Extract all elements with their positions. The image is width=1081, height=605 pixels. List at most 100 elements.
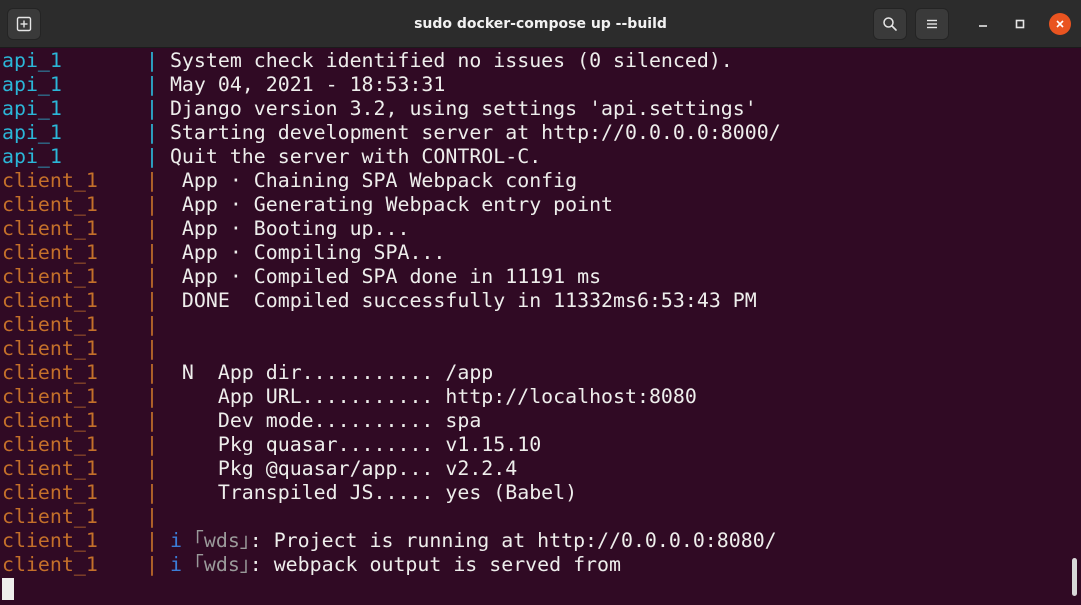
title-bar: sudo docker-compose up --build	[0, 0, 1081, 48]
terminal-line: client_1 | App · Booting up...	[2, 217, 781, 241]
log-separator: |	[146, 529, 170, 552]
prompt-line	[2, 577, 781, 601]
maximize-button[interactable]	[1009, 13, 1031, 35]
service-name: client_1	[2, 553, 98, 576]
terminal-line: client_1 | Dev mode.......... spa	[2, 409, 781, 433]
log-separator: |	[146, 553, 170, 576]
log-message: App · Generating Webpack entry point	[169, 193, 614, 216]
terminal-line: api_1 | Starting development server at ht…	[2, 121, 781, 145]
minimize-icon	[979, 25, 987, 27]
log-message: Transpiled JS..... yes (Babel)	[169, 481, 578, 504]
log-message: App · Compiled SPA done in 11191 ms	[169, 265, 602, 288]
log-separator: |	[146, 97, 170, 120]
log-separator: |	[146, 217, 170, 240]
service-name: client_1	[2, 481, 98, 504]
close-button[interactable]	[1049, 13, 1071, 35]
log-message: Starting development server at http://0.…	[169, 121, 781, 144]
terminal-line: client_1 | Pkg @quasar/app... v2.2.4	[2, 457, 781, 481]
service-name: client_1	[2, 169, 98, 192]
log-message: App · Chaining SPA Webpack config	[169, 169, 578, 192]
terminal-line: api_1 | System check identified no issues…	[2, 49, 781, 73]
log-separator: |	[146, 385, 170, 408]
log-message: Dev mode.......... spa	[169, 409, 482, 432]
text-cursor	[2, 578, 14, 600]
terminal-line: client_1 | i ｢wds｣: webpack output is ser…	[2, 553, 781, 577]
log-message: Quit the server with CONTROL-C.	[169, 145, 542, 168]
log-message: Pkg @quasar/app... v2.2.4	[169, 457, 518, 480]
search-icon	[883, 17, 897, 31]
log-separator: |	[146, 361, 170, 384]
log-message: DONE Compiled successfully in 11332ms6:5…	[169, 289, 757, 312]
service-name: api_1	[2, 49, 62, 72]
service-name: client_1	[2, 217, 98, 240]
service-name: client_1	[2, 361, 98, 384]
log-separator: |	[146, 145, 170, 168]
search-button[interactable]	[873, 8, 907, 40]
service-name: api_1	[2, 73, 62, 96]
service-name: client_1	[2, 409, 98, 432]
service-name: client_1	[2, 457, 98, 480]
log-message: System check identified no issues (0 sil…	[169, 49, 733, 72]
log-separator: |	[146, 121, 170, 144]
terminal-line: client_1 | N App dir........... /app	[2, 361, 781, 385]
log-separator: |	[146, 265, 170, 288]
log-message: N App dir........... /app	[169, 361, 494, 384]
window-title: sudo docker-compose up --build	[414, 16, 667, 32]
maximize-icon	[1015, 19, 1025, 29]
service-name: client_1	[2, 193, 98, 216]
terminal-line: client_1 | App · Generating Webpack entry…	[2, 193, 781, 217]
terminal-line: client_1 | i ｢wds｣: Project is running at…	[2, 529, 781, 553]
terminal-line: api_1 | May 04, 2021 - 18:53:31	[2, 73, 781, 97]
log-message: : Project is running at http://0.0.0.0:8…	[249, 529, 777, 552]
terminal-line: client_1 | App · Compiling SPA...	[2, 241, 781, 265]
log-separator: |	[146, 289, 170, 312]
service-name: client_1	[2, 313, 98, 336]
log-message: App · Booting up...	[169, 217, 410, 240]
terminal-line: client_1 | DONE Compiled successfully in …	[2, 289, 781, 313]
service-name: client_1	[2, 529, 98, 552]
terminal-output[interactable]: api_1 | System check identified no issues…	[0, 48, 1081, 605]
service-name: client_1	[2, 241, 98, 264]
log-separator: |	[146, 457, 170, 480]
terminal-line: client_1 | App · Chaining SPA Webpack con…	[2, 169, 781, 193]
close-icon	[1056, 20, 1064, 28]
log-message: Pkg quasar........ v1.15.10	[169, 433, 542, 456]
service-name: api_1	[2, 121, 62, 144]
log-separator: |	[146, 505, 170, 528]
terminal-lines: api_1 | System check identified no issues…	[2, 49, 781, 601]
log-separator: |	[146, 481, 170, 504]
wds-tag: ｢wds｣	[193, 553, 250, 576]
log-message: May 04, 2021 - 18:53:31	[169, 73, 446, 96]
log-separator: |	[146, 193, 170, 216]
terminal-line: client_1 | App URL........... http://loca…	[2, 385, 781, 409]
hamburger-menu-icon	[927, 19, 937, 29]
log-message: Django version 3.2, using settings 'api.…	[169, 97, 757, 120]
log-separator: |	[146, 337, 170, 360]
log-separator: |	[146, 169, 170, 192]
service-name: api_1	[2, 97, 62, 120]
service-name: client_1	[2, 385, 98, 408]
terminal-line: client_1 | Pkg quasar........ v1.15.10	[2, 433, 781, 457]
log-message: App · Compiling SPA...	[169, 241, 446, 264]
minimize-button[interactable]	[972, 13, 994, 35]
terminal-window: sudo docker-compose up --build api_1 | S…	[0, 0, 1081, 605]
terminal-line: client_1 |	[2, 313, 781, 337]
log-separator: |	[146, 313, 170, 336]
log-message: : webpack output is served from	[249, 553, 621, 576]
menu-button[interactable]	[915, 8, 949, 40]
terminal-line: client_1 |	[2, 337, 781, 361]
scrollbar-thumb[interactable]	[1072, 558, 1077, 596]
service-name: client_1	[2, 505, 98, 528]
info-prefix: i	[169, 553, 182, 576]
terminal-line: client_1 |	[2, 505, 781, 529]
service-name: client_1	[2, 265, 98, 288]
new-tab-button[interactable]	[7, 8, 41, 40]
terminal-line: api_1 | Django version 3.2, using setting…	[2, 97, 781, 121]
log-separator: |	[146, 241, 170, 264]
info-prefix: i	[169, 529, 182, 552]
log-separator: |	[146, 73, 170, 96]
terminal-line: client_1 | Transpiled JS..... yes (Babel)	[2, 481, 781, 505]
terminal-line: api_1 | Quit the server with CONTROL-C.	[2, 145, 781, 169]
log-separator: |	[146, 433, 170, 456]
log-separator: |	[146, 409, 170, 432]
